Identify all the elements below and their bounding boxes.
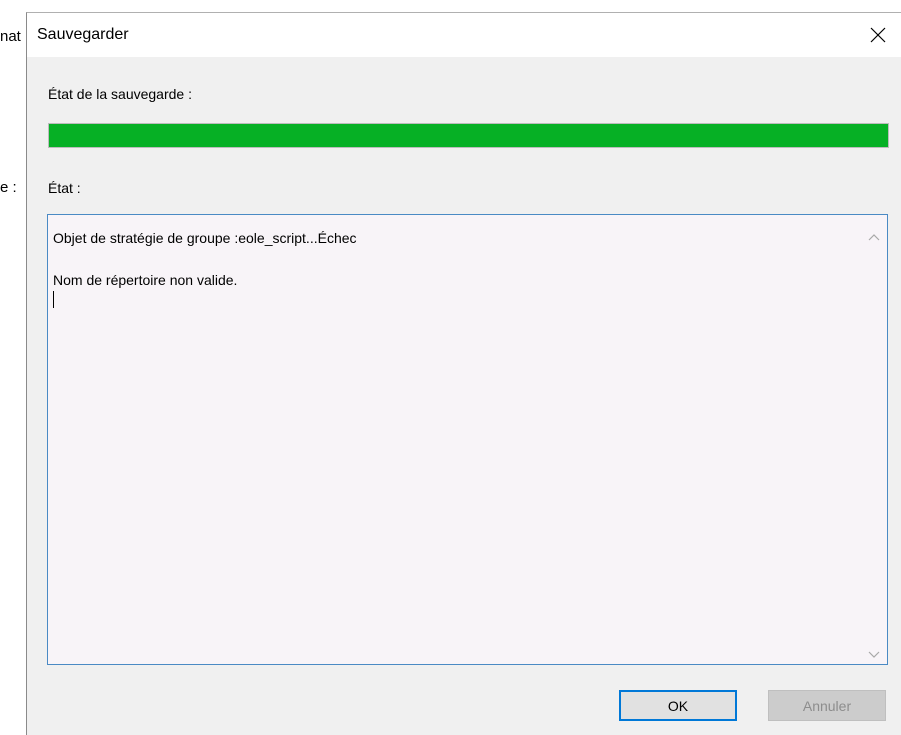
scroll-down-button[interactable] [867,650,881,660]
status-line: Objet de stratégie de groupe :eole_scrip… [53,230,357,246]
save-dialog: Sauvegarder État de la sauvegarde : État… [26,12,901,735]
chevron-down-icon [868,651,880,658]
status-label: État : [48,180,81,196]
text-caret [53,291,54,308]
status-textarea[interactable]: Objet de stratégie de groupe :eole_scrip… [47,214,888,665]
backup-progress-bar [48,123,889,148]
close-button[interactable] [855,13,901,57]
title-bar: Sauvegarder [27,13,901,57]
status-line: Nom de répertoire non valide. [53,272,238,288]
background-window-fragment: nat [0,28,21,45]
backup-state-label: État de la sauvegarde : [48,86,192,102]
screen: nat e : Sauvegarder État de la sauvegard… [0,0,901,735]
dialog-title: Sauvegarder [37,26,129,43]
chevron-up-icon [868,234,880,241]
progress-fill [49,124,888,147]
scroll-up-button[interactable] [867,232,881,242]
status-text: Objet de stratégie de groupe :eole_scrip… [53,229,357,308]
close-icon [870,27,886,43]
cancel-button[interactable]: Annuler [768,690,886,721]
ok-button[interactable]: OK [619,690,737,721]
background-window-fragment: e : [0,179,17,196]
